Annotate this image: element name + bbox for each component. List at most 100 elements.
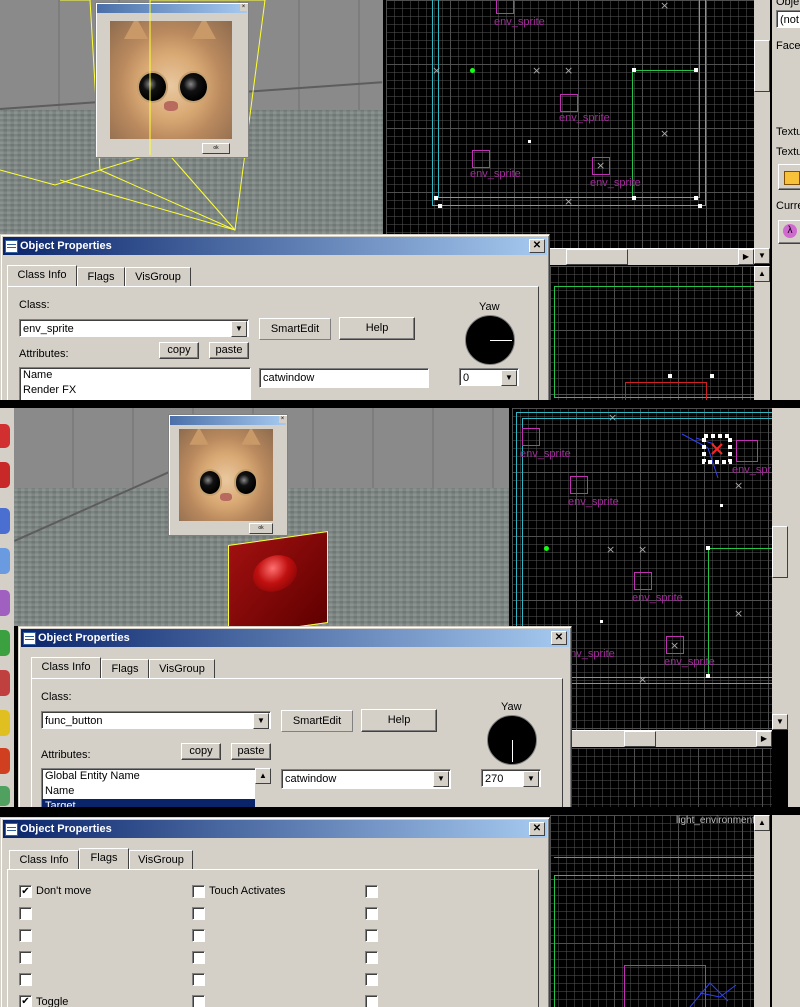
tab-flags[interactable]: Flags <box>101 659 149 678</box>
top-view-vscrollbar[interactable]: ▼ <box>754 0 770 264</box>
tab-class-info[interactable]: Class Info <box>31 657 101 678</box>
flag-checkbox[interactable] <box>365 973 378 986</box>
paste-button[interactable]: paste <box>231 743 271 760</box>
vscroll-thumb[interactable] <box>754 40 770 92</box>
scroll-up-button[interactable]: ▲ <box>754 815 770 831</box>
tab-flags[interactable]: Flags <box>79 848 129 869</box>
tool-icon[interactable] <box>0 462 10 488</box>
yaw-dial-needle <box>512 740 513 762</box>
dropdown-arrow-icon[interactable]: ▼ <box>501 370 517 386</box>
tool-icon[interactable] <box>0 590 10 616</box>
tool-icon[interactable] <box>0 670 10 696</box>
2d-front-viewport[interactable]: light_environment <box>550 815 754 1007</box>
dropdown-arrow-icon[interactable]: ▼ <box>433 771 449 787</box>
flag-checkbox[interactable] <box>19 951 32 964</box>
tab-class-info[interactable]: Class Info <box>9 850 79 869</box>
tool-icon[interactable] <box>0 424 10 448</box>
help-button[interactable]: Help <box>361 709 437 732</box>
texture-browse-button[interactable] <box>778 164 800 190</box>
sprite-box <box>496 0 514 14</box>
scroll-down-button[interactable]: ▼ <box>754 248 770 264</box>
flag-checkbox[interactable] <box>365 929 378 942</box>
yaw-dial[interactable] <box>487 715 537 765</box>
front-view-vscrollbar[interactable]: ▲ <box>754 815 770 1007</box>
flag-checkbox[interactable] <box>192 951 205 964</box>
tool-icon[interactable] <box>0 786 10 806</box>
copy-button[interactable]: copy <box>181 743 221 760</box>
tab-visgroup[interactable]: VisGroup <box>149 659 215 678</box>
scroll-up-button[interactable]: ▲ <box>754 266 770 282</box>
top-view-vscrollbar[interactable]: ▼ <box>772 408 788 730</box>
dialog-close-button[interactable]: ✕ <box>551 631 567 645</box>
list-item[interactable]: Global Entity Name <box>42 769 256 784</box>
attributes-list[interactable]: Global Entity Name Name Target <box>41 768 257 807</box>
class-combo[interactable]: func_button ▼ <box>41 711 271 729</box>
flag-checkbox[interactable] <box>19 929 32 942</box>
dialog-close-button[interactable]: ✕ <box>529 239 545 253</box>
flag-checkbox[interactable] <box>365 885 378 898</box>
flag-checkbox-toggle[interactable]: ✔ <box>19 995 32 1007</box>
3d-viewport[interactable]: × ok <box>0 0 383 234</box>
dropdown-arrow-icon[interactable]: ▼ <box>523 771 539 787</box>
tool-icon[interactable] <box>0 508 10 534</box>
tool-icon[interactable] <box>0 748 10 774</box>
attribute-value-combo[interactable]: catwindow ▼ <box>281 769 451 789</box>
2d-top-viewport[interactable]: env_sprite env_sprite env_sprite env_spr… <box>386 0 754 248</box>
tool-icon[interactable] <box>0 710 10 736</box>
3d-viewport[interactable]: × ok <box>14 408 509 626</box>
flag-checkbox[interactable] <box>192 929 205 942</box>
flag-checkbox[interactable] <box>192 995 205 1007</box>
copy-button[interactable]: copy <box>159 342 199 359</box>
vscroll-thumb[interactable] <box>772 526 788 578</box>
attribute-value-field[interactable]: catwindow <box>259 368 429 388</box>
flag-checkbox[interactable] <box>365 907 378 920</box>
top-view-hscrollbar[interactable]: ▶ <box>570 730 772 747</box>
tab-class-info[interactable]: Class Info <box>7 265 77 286</box>
list-item[interactable]: Render FX <box>20 383 250 398</box>
scroll-up-button[interactable]: ▲ <box>255 768 271 784</box>
scroll-right-button[interactable]: ▶ <box>756 731 772 747</box>
yaw-combo[interactable]: 270 ▼ <box>481 769 541 787</box>
tab-visgroup[interactable]: VisGroup <box>125 267 191 286</box>
object-combo[interactable]: (not <box>776 10 800 28</box>
flag-checkbox-dont-move[interactable]: ✔ <box>19 885 32 898</box>
yaw-dial[interactable] <box>465 315 515 365</box>
class-combo[interactable]: env_sprite ▼ <box>19 319 249 337</box>
help-button[interactable]: Help <box>339 317 415 340</box>
flag-checkbox-touch-activates[interactable] <box>192 885 205 898</box>
hscroll-thumb[interactable] <box>566 249 628 265</box>
flag-checkbox[interactable] <box>365 951 378 964</box>
dialog-titlebar[interactable]: Object Properties ✕ <box>3 820 547 838</box>
list-item-selected[interactable]: Target <box>42 799 256 807</box>
dropdown-arrow-icon[interactable]: ▼ <box>253 713 269 729</box>
flag-checkbox[interactable] <box>365 995 378 1007</box>
2d-front-viewport[interactable] <box>550 266 754 400</box>
attributes-list-scrollbar[interactable]: ▲ <box>255 768 271 807</box>
lambda-button[interactable]: λ <box>778 220 800 244</box>
front-view-vscrollbar[interactable]: ▲ <box>754 266 770 400</box>
2d-front-viewport[interactable] <box>570 748 772 807</box>
tab-visgroup[interactable]: VisGroup <box>129 850 193 869</box>
hscroll-thumb[interactable] <box>624 731 656 747</box>
tool-icon[interactable] <box>0 548 10 574</box>
tool-icon[interactable] <box>0 630 10 656</box>
attributes-list[interactable]: Name Render FX <box>19 367 251 400</box>
dialog-close-button[interactable]: ✕ <box>529 822 545 836</box>
flag-checkbox[interactable] <box>192 907 205 920</box>
flag-checkbox[interactable] <box>19 907 32 920</box>
flag-checkbox[interactable] <box>19 973 32 986</box>
scroll-down-button[interactable]: ▼ <box>772 714 788 730</box>
tab-flags[interactable]: Flags <box>77 267 125 286</box>
scroll-right-button[interactable]: ▶ <box>738 249 754 265</box>
screenshot-panel-1: × ok env_sprite env_sprite env_sprite en… <box>0 0 800 400</box>
dialog-titlebar[interactable]: Object Properties ✕ <box>21 629 569 647</box>
paste-button[interactable]: paste <box>209 342 249 359</box>
smartedit-button[interactable]: SmartEdit <box>259 318 331 340</box>
dropdown-arrow-icon[interactable]: ▼ <box>231 321 247 337</box>
smartedit-button[interactable]: SmartEdit <box>281 710 353 732</box>
list-item[interactable]: Name <box>42 784 256 799</box>
list-item[interactable]: Name <box>20 368 250 383</box>
yaw-combo[interactable]: 0 ▼ <box>459 368 519 386</box>
flag-checkbox[interactable] <box>192 973 205 986</box>
dialog-titlebar[interactable]: Object Properties ✕ <box>3 237 547 255</box>
